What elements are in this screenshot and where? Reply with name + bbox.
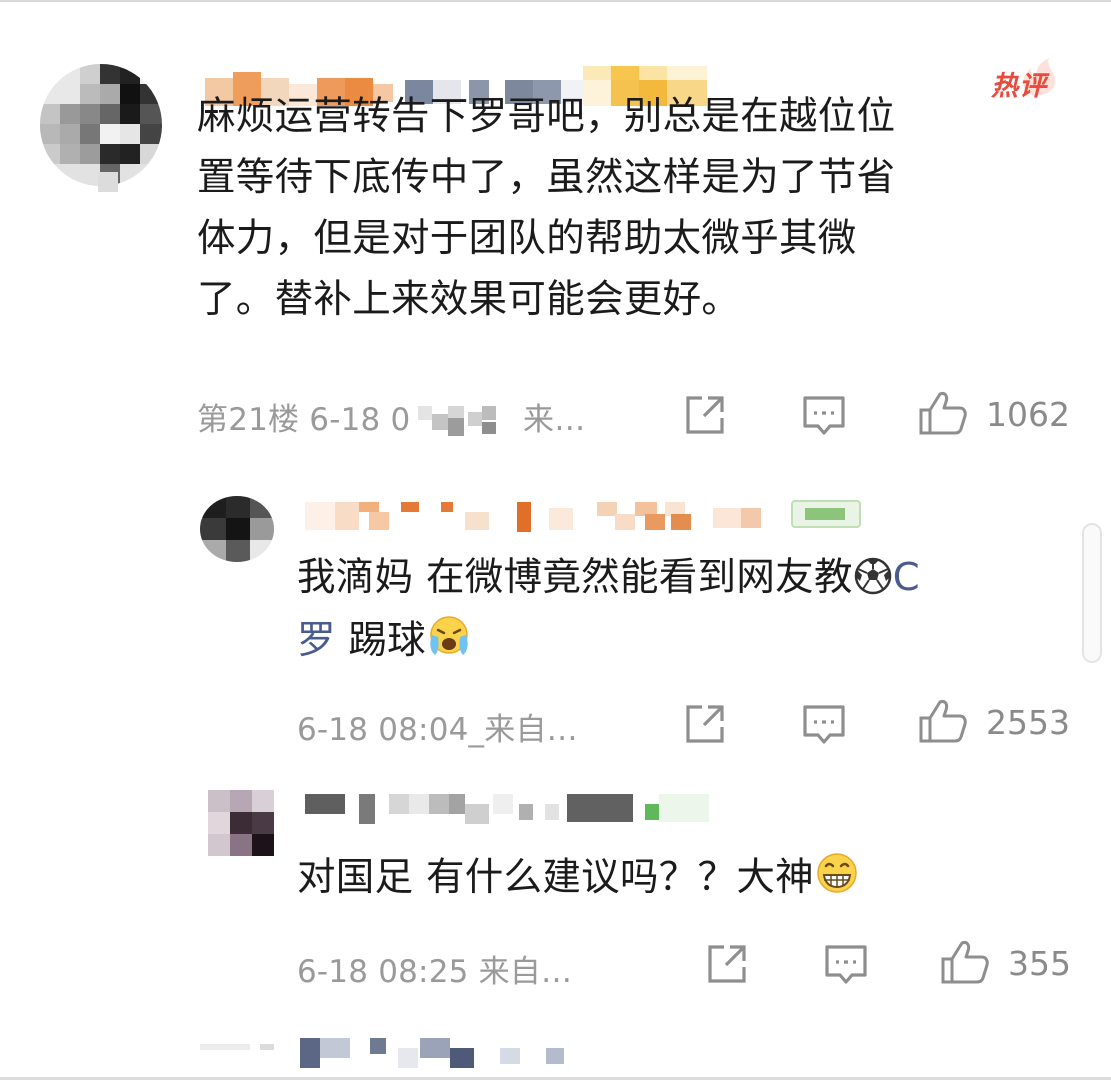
thumbs-up-icon[interactable] — [940, 939, 990, 985]
comment-icon[interactable] — [824, 944, 868, 986]
username-blurred[interactable] — [305, 790, 715, 830]
thumbs-up-icon[interactable] — [918, 698, 968, 744]
scrollbar[interactable] — [1082, 523, 1102, 663]
comment-line: 了。替补上来效果可能会更好。 — [197, 277, 741, 322]
like-count: 355 — [1008, 944, 1071, 983]
reply-text: 对国足 有什么建议吗？？大神 — [297, 846, 1057, 909]
comment-text: 麻烦运营转告下罗哥吧，别总是在越位位 置等待下底传中了，虽然这样是为了节省 体力… — [197, 86, 1067, 330]
next-reply-blurred — [200, 1030, 580, 1076]
share-icon[interactable] — [684, 704, 728, 744]
thumbs-up-icon[interactable] — [918, 390, 968, 436]
comment-icon[interactable] — [802, 704, 846, 746]
grinning-face-emoji — [817, 853, 857, 893]
comment-icon[interactable] — [802, 395, 846, 437]
comment-meta: 第21楼 6-18 0 — [197, 394, 410, 439]
mention-link[interactable]: C — [893, 555, 920, 600]
share-icon[interactable] — [684, 395, 728, 435]
mention-link[interactable]: 罗 — [297, 618, 336, 663]
reply-line: 我滴妈 在微博竟然能看到网友教 C — [297, 555, 920, 600]
avatar[interactable] — [40, 64, 162, 186]
time-mosaic — [418, 402, 514, 438]
avatar-mosaic — [208, 790, 274, 856]
username-blurred[interactable] — [305, 494, 875, 534]
reply-line: 罗 踢球 — [297, 609, 1077, 672]
top-border — [0, 0, 1111, 2]
reply-line: 对国足 有什么建议吗？？大神 — [297, 846, 1057, 909]
avatar[interactable] — [208, 790, 274, 856]
avatar-mosaic — [200, 496, 274, 562]
avatar-mosaic — [40, 64, 162, 186]
avatar[interactable] — [200, 496, 274, 562]
comment-line: 体力，但是对于团队的帮助太微乎其微 — [197, 216, 857, 261]
reply-meta: 6-18 08:25 来自… — [297, 954, 573, 990]
source-label: 来… — [523, 402, 586, 438]
crying-face-emoji — [430, 616, 468, 655]
reply-meta: 6-18 08:04_来自… — [297, 712, 578, 748]
comment-line: 置等待下底传中了，虽然这样是为了节省 — [197, 155, 896, 200]
share-icon[interactable] — [706, 944, 750, 984]
like-count: 1062 — [986, 395, 1070, 434]
comment-line: 麻烦运营转告下罗哥吧，别总是在越位位 — [197, 94, 896, 139]
soccer-ball-emoji — [854, 557, 891, 595]
floor-and-time: 第21楼 6-18 0 — [197, 402, 411, 438]
avatar-mosaic-tail — [98, 172, 118, 192]
reply-text: 我滴妈 在微博竟然能看到网友教 C 罗 踢球 — [297, 546, 1077, 672]
like-count: 2553 — [986, 703, 1070, 742]
